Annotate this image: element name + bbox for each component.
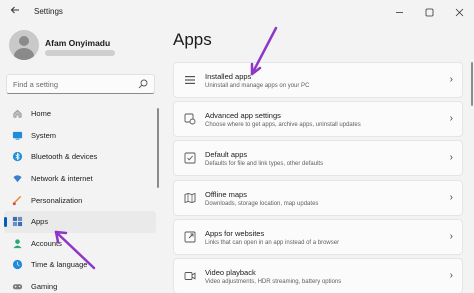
bluetooth-icon xyxy=(12,152,23,162)
minimize-icon xyxy=(395,11,403,13)
system-icon xyxy=(12,131,23,140)
sidebar-item-label: Bluetooth & devices xyxy=(31,152,98,162)
user-email-redacted xyxy=(45,50,115,56)
card-description: Downloads, storage location, map updates xyxy=(205,200,319,207)
card-description: Links that can open in an app instead of… xyxy=(205,239,340,246)
sidebar-item-accounts[interactable]: Accounts xyxy=(4,233,156,255)
installed-apps-icon xyxy=(185,76,195,84)
card-advanced-app-settings[interactable]: Advanced app settings Choose where to ge… xyxy=(173,101,463,138)
time-language-icon xyxy=(12,260,23,270)
sidebar-item-apps[interactable]: Apps xyxy=(4,210,156,233)
sidebar-scrollbar[interactable] xyxy=(157,108,159,188)
sidebar-item-label: Accounts xyxy=(31,238,62,248)
sidebar-item-bluetooth-devices[interactable]: Bluetooth & devices xyxy=(4,146,156,168)
card-title: Advanced app settings xyxy=(205,111,281,121)
card-apps-for-websites[interactable]: Apps for websites Links that can open in… xyxy=(173,218,463,255)
title-bar: Settings xyxy=(0,0,474,24)
chevron-right-icon: › xyxy=(449,230,453,242)
apps-for-websites-icon xyxy=(184,231,196,243)
maximize-icon xyxy=(425,8,433,16)
sidebar-item-home[interactable]: Home xyxy=(4,103,156,125)
page-title: Apps xyxy=(173,30,212,49)
network-icon xyxy=(13,175,22,183)
chevron-right-icon: › xyxy=(449,74,453,85)
advanced-app-settings-icon xyxy=(184,113,196,125)
sidebar-item-label: Gaming xyxy=(31,282,58,292)
card-description: Choose where to get apps, archive apps, … xyxy=(205,122,361,129)
avatar[interactable] xyxy=(9,30,39,60)
personalization-icon xyxy=(12,195,22,205)
apps-icon xyxy=(12,217,23,227)
sidebar-item-system[interactable]: System xyxy=(4,125,156,147)
back-arrow-icon xyxy=(10,6,19,14)
sidebar-item-label: Apps xyxy=(31,217,49,227)
card-offline-maps[interactable]: Offline maps Downloads, storage location… xyxy=(173,179,463,216)
sidebar-item-label: Personalization xyxy=(31,195,83,205)
settings-card-list: Installed apps Uninstall and manage apps… xyxy=(173,62,463,293)
chevron-right-icon: › xyxy=(449,152,453,164)
sidebar-item-label: Network & internet xyxy=(31,174,93,184)
maximize-button[interactable] xyxy=(414,0,444,24)
search-placeholder: Find a setting xyxy=(13,80,59,89)
back-button[interactable] xyxy=(8,5,22,19)
card-installed-apps[interactable]: Installed apps Uninstall and manage apps… xyxy=(173,62,463,98)
close-icon xyxy=(455,8,463,16)
card-description: Video adjustments, HDR streaming, batter… xyxy=(205,278,342,285)
search-input[interactable]: Find a setting xyxy=(6,74,155,94)
window-controls xyxy=(384,0,474,24)
card-description: Uninstall and manage apps on your PC xyxy=(205,83,310,89)
chevron-right-icon: › xyxy=(449,269,453,281)
card-default-apps[interactable]: Default apps Defaults for file and link … xyxy=(173,140,463,177)
card-title: Apps for websites xyxy=(205,228,265,238)
sidebar-item-label: System xyxy=(31,130,57,140)
chevron-right-icon: › xyxy=(449,113,453,125)
video-playback-icon xyxy=(184,271,196,280)
close-button[interactable] xyxy=(444,0,474,24)
sidebar-item-label: Time & language xyxy=(31,260,88,270)
window-title: Settings xyxy=(34,7,63,16)
card-video-playback[interactable]: Video playback Video adjustments, HDR st… xyxy=(173,257,463,293)
sidebar-item-time-language[interactable]: Time & language xyxy=(4,254,156,276)
search-icon xyxy=(138,79,148,89)
sidebar-item-label: Home xyxy=(31,109,52,119)
sidebar-item-personalization[interactable]: Personalization xyxy=(4,189,156,211)
sidebar-item-network-internet[interactable]: Network & internet xyxy=(4,168,156,190)
card-title: Offline maps xyxy=(205,189,247,199)
default-apps-icon xyxy=(184,152,196,164)
card-title: Installed apps xyxy=(205,72,252,81)
user-name: Afam Onyimadu xyxy=(45,38,111,48)
chevron-right-icon: › xyxy=(449,191,453,203)
sidebar-nav: Home System Bluetooth & devices Network … xyxy=(4,103,156,293)
minimize-button[interactable] xyxy=(384,0,414,24)
accounts-icon xyxy=(13,239,22,248)
card-title: Video playback xyxy=(205,267,256,277)
main-scrollbar[interactable] xyxy=(471,62,473,106)
sidebar-item-gaming[interactable]: Gaming xyxy=(4,276,156,293)
gaming-icon xyxy=(12,284,23,290)
offline-maps-icon xyxy=(184,192,196,203)
card-description: Defaults for file and link types, other … xyxy=(205,161,324,168)
home-icon xyxy=(13,110,22,118)
card-title: Default apps xyxy=(205,150,248,160)
